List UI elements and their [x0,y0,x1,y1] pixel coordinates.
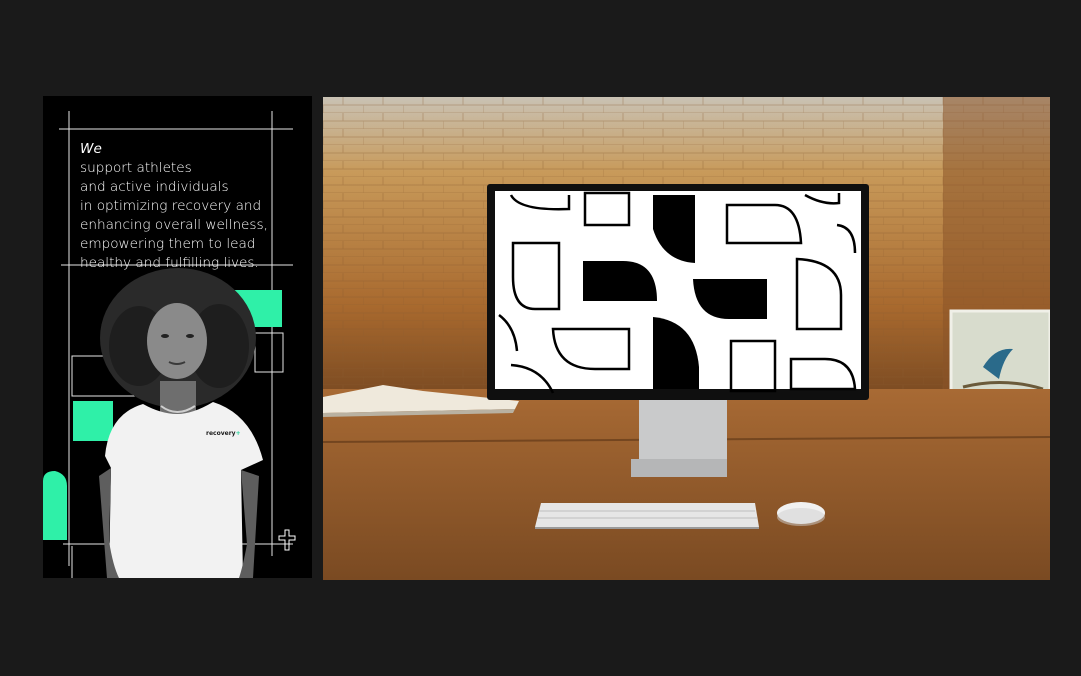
geometric-pattern-icon [495,191,861,394]
keyboard-icon [535,503,759,529]
plus-cross-icon [278,529,296,551]
bird-painting-icon [949,309,1050,399]
shirt-logo: recovery+ [206,430,241,437]
desk-scene [323,97,1050,580]
woman-portrait-photo [99,268,296,578]
desk-mockup-photo [323,97,1050,580]
mouse-icon [777,502,825,526]
brand-poster: We support athletes and active individua… [43,96,312,578]
